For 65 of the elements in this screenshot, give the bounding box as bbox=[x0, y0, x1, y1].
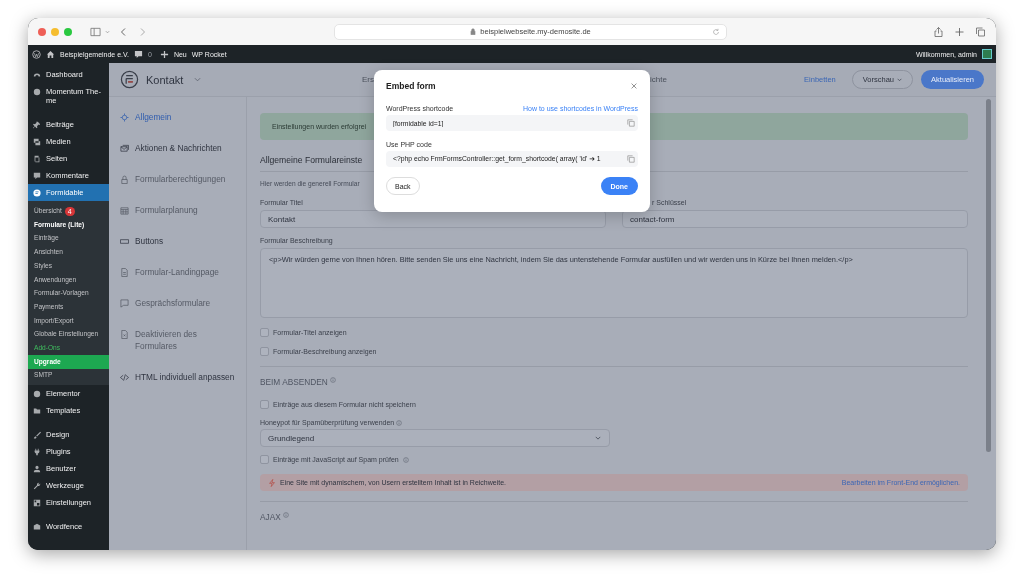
chevron-down-icon bbox=[897, 77, 903, 82]
brush-icon bbox=[33, 430, 41, 439]
comment-icon bbox=[33, 171, 41, 180]
folder-icon bbox=[33, 406, 41, 415]
info-icon bbox=[282, 512, 289, 518]
section-heading: AJAX bbox=[260, 512, 281, 522]
calendar-icon bbox=[120, 205, 129, 215]
plus-icon[interactable] bbox=[159, 49, 169, 59]
copy-icon[interactable] bbox=[627, 155, 635, 163]
code-icon bbox=[120, 372, 129, 382]
close-window-button[interactable] bbox=[38, 27, 46, 36]
dialog-title: Embed form bbox=[386, 81, 436, 91]
info-icon bbox=[402, 456, 409, 463]
form-logo-icon bbox=[120, 70, 139, 89]
section-heading: BEIM ABSENDEN bbox=[260, 377, 328, 387]
key-input[interactable]: contact-form bbox=[622, 210, 968, 228]
info-icon bbox=[396, 419, 403, 426]
form-title: Kontakt bbox=[146, 73, 184, 86]
gauge-icon bbox=[33, 70, 41, 79]
home-icon[interactable] bbox=[46, 49, 55, 59]
plug-icon bbox=[33, 447, 41, 456]
circle-logo-icon bbox=[33, 389, 41, 398]
settings-nav-item[interactable]: Buttons bbox=[109, 235, 246, 247]
honeypot-select[interactable]: Grundlegend bbox=[260, 429, 610, 447]
settings-icon bbox=[33, 498, 41, 507]
lock-icon bbox=[120, 174, 129, 184]
reload-icon[interactable] bbox=[712, 27, 720, 36]
settings-nav-item[interactable]: HTML individuell anpassen bbox=[109, 371, 246, 383]
avatar[interactable] bbox=[982, 49, 992, 59]
checkbox[interactable] bbox=[260, 455, 269, 464]
header-tab[interactable]: Ers bbox=[362, 75, 374, 84]
checkbox[interactable] bbox=[260, 400, 269, 409]
pin-icon bbox=[33, 120, 41, 129]
pages-icon bbox=[33, 154, 41, 163]
header-tab[interactable]: ichte bbox=[650, 75, 667, 84]
envelope-icon bbox=[120, 143, 129, 153]
comment-icon[interactable] bbox=[134, 49, 143, 59]
form-logo-icon bbox=[33, 188, 41, 197]
lightning-icon bbox=[268, 478, 276, 487]
chevron-down-icon bbox=[595, 436, 601, 440]
copy-icon[interactable] bbox=[627, 119, 635, 127]
plus-icon[interactable] bbox=[954, 26, 965, 37]
tabs-icon[interactable] bbox=[975, 26, 986, 37]
settings-nav-item[interactable]: Aktionen & Nachrichten bbox=[109, 142, 246, 154]
close-icon[interactable] bbox=[630, 82, 638, 90]
checkbox[interactable] bbox=[260, 328, 269, 337]
title-input[interactable]: Kontakt bbox=[260, 210, 606, 228]
circle-logo-icon bbox=[33, 87, 41, 96]
chevron-down-icon[interactable] bbox=[105, 29, 110, 34]
chevron-down-icon[interactable] bbox=[194, 77, 202, 82]
zoom-window-button[interactable] bbox=[64, 27, 72, 36]
wrench-icon bbox=[33, 481, 41, 490]
button-icon bbox=[120, 236, 129, 246]
minimize-window-button[interactable] bbox=[51, 27, 59, 36]
checkbox[interactable] bbox=[260, 347, 269, 356]
photos-icon bbox=[33, 137, 41, 146]
sidebar-icon[interactable] bbox=[90, 26, 101, 37]
share-icon[interactable] bbox=[933, 26, 944, 37]
user-icon bbox=[33, 464, 41, 473]
speech-bubble-icon bbox=[120, 298, 129, 308]
wordpress-logo-icon[interactable] bbox=[32, 49, 41, 59]
page-icon bbox=[120, 329, 129, 339]
info-icon bbox=[329, 377, 336, 383]
page-icon bbox=[120, 267, 129, 277]
lock-icon bbox=[470, 28, 477, 35]
